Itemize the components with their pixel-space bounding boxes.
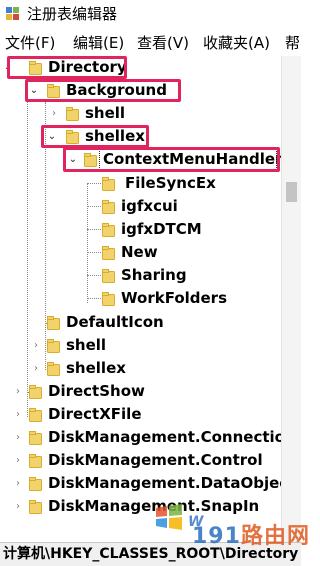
- menu-file[interactable]: 文件(F): [5, 34, 55, 52]
- menu-bar: 文件(F) 编辑(E) 查看(V) 收藏夹(A) 帮: [0, 30, 301, 56]
- title-bar: 注册表编辑器: [0, 0, 301, 30]
- folder-icon: [102, 177, 115, 191]
- folder-icon: [29, 408, 42, 422]
- highlight-box-contextmenuhandlers: [63, 147, 280, 172]
- expand-icon[interactable]: ›: [31, 357, 41, 380]
- window-title: 注册表编辑器: [27, 5, 118, 23]
- tree-item-defaulticon[interactable]: DefaultIcon: [0, 311, 281, 334]
- tree-item-shell-2[interactable]: › shell: [0, 334, 281, 357]
- folder-icon: [102, 223, 115, 237]
- tree-item-sharing[interactable]: Sharing: [0, 264, 281, 287]
- expand-icon[interactable]: ›: [13, 495, 23, 518]
- tree-item-directshow[interactable]: › DirectShow: [0, 380, 281, 403]
- expand-icon[interactable]: ›: [31, 334, 41, 357]
- tree-item-shellex-2[interactable]: › shellex: [0, 357, 281, 380]
- folder-icon: [47, 339, 60, 353]
- tree-item-label: DiskManagement.Control: [48, 451, 263, 469]
- registry-tree: ⌄ Directory ⌄ Background › shell ⌄ shell…: [0, 56, 281, 542]
- watermark-brand-text: 路由网: [240, 524, 310, 549]
- tree-item-label: DirectShow: [48, 382, 145, 400]
- tree-item-label: FileSyncEx: [125, 174, 216, 192]
- watermark: W 191路由网: [152, 492, 309, 549]
- tree-item-label: WorkFolders: [121, 289, 228, 307]
- menu-favorites[interactable]: 收藏夹(A): [203, 34, 270, 52]
- tree-item-diskmanagement-connection[interactable]: › DiskManagement.Connection: [0, 426, 281, 449]
- watermark-brand: 191路由网: [192, 518, 310, 550]
- scrollbar-thumb[interactable]: [286, 182, 297, 202]
- highlight-box-background: [25, 79, 181, 102]
- menu-view[interactable]: 查看(V): [137, 34, 189, 52]
- tree-item-label: igfxDTCM: [121, 220, 202, 238]
- folder-icon: [66, 107, 79, 121]
- folder-icon: [29, 454, 42, 468]
- expand-icon[interactable]: ›: [13, 426, 23, 449]
- folder-icon: [29, 500, 42, 514]
- expand-icon[interactable]: ›: [13, 380, 23, 403]
- tree-item-label: shellex: [66, 359, 126, 377]
- tree-item-diskmanagement-control[interactable]: › DiskManagement.Control: [0, 449, 281, 472]
- highlight-box-directory: [7, 56, 127, 79]
- expand-icon[interactable]: ›: [49, 102, 59, 125]
- tree-item-label: igfxcui: [121, 197, 178, 215]
- tree-item-label: shell: [66, 336, 107, 354]
- menu-edit[interactable]: 编辑(E): [73, 34, 124, 52]
- folder-icon: [47, 362, 60, 376]
- folder-icon: [29, 385, 42, 399]
- expand-icon[interactable]: ›: [13, 472, 23, 495]
- folder-icon: [29, 431, 42, 445]
- tree-item-igfxcui[interactable]: igfxcui: [0, 195, 281, 218]
- folder-icon: [102, 292, 115, 306]
- highlight-box-shellex: [41, 125, 149, 148]
- folder-icon: [102, 200, 115, 214]
- watermark-brand-number: 191: [192, 524, 241, 549]
- tree-item-label: shell: [85, 104, 126, 122]
- folder-icon: [102, 246, 115, 260]
- tree-item-shell[interactable]: › shell: [0, 102, 281, 125]
- vertical-scrollbar[interactable]: [281, 56, 301, 542]
- tree-item-label: DirectXFile: [48, 405, 142, 423]
- tree-item-filesyncex[interactable]: FileSyncEx: [0, 172, 281, 195]
- tree-item-label: DefaultIcon: [66, 313, 164, 331]
- expand-icon[interactable]: ›: [13, 449, 23, 472]
- tree-item-new[interactable]: New: [0, 241, 281, 264]
- folder-icon: [47, 316, 60, 330]
- tree-item-workfolders[interactable]: WorkFolders: [0, 287, 281, 310]
- tree-item-label: Sharing: [121, 266, 187, 284]
- folder-icon: [29, 477, 42, 491]
- tree-item-directxfile[interactable]: › DirectXFile: [0, 403, 281, 426]
- windows-logo-icon: [156, 504, 182, 530]
- menu-help[interactable]: 帮: [285, 34, 300, 52]
- tree-item-label: New: [121, 243, 158, 261]
- regedit-icon: [6, 7, 19, 20]
- folder-icon: [102, 269, 115, 283]
- expand-icon[interactable]: ›: [13, 403, 23, 426]
- tree-item-label: DiskManagement.Connection: [48, 428, 281, 446]
- tree-item-igfxdtcm[interactable]: igfxDTCM: [0, 218, 281, 241]
